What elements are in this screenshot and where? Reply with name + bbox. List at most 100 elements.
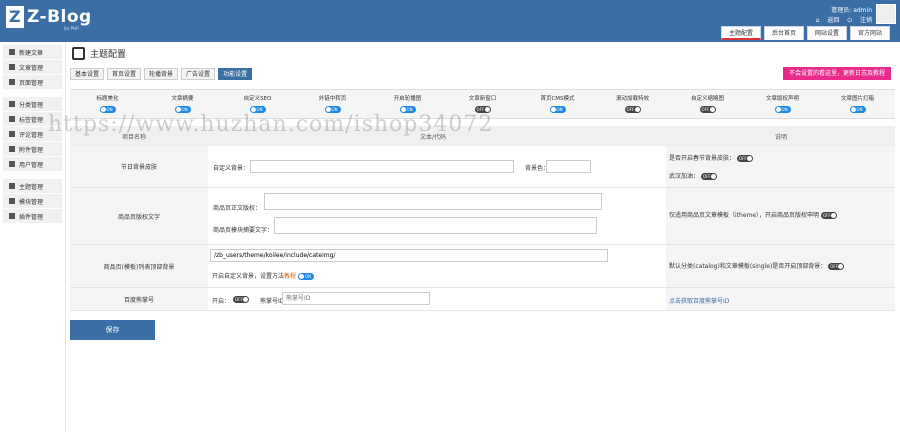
toggle-switch[interactable]: OFF (624, 106, 641, 113)
sidebar: 新建文章 文章管理 页面管理 分类管理 标签管理 评论管理 附件管理 用户管理 … (0, 42, 66, 432)
col-note: 说明 (775, 134, 788, 141)
page-title: 主题配置 (72, 47, 126, 60)
page-title-text: 主题配置 (90, 50, 127, 60)
category-bg-note: 开启自定义背景，设置方法教程 ON (212, 271, 314, 280)
tab-theme-config[interactable]: 主题配置 (720, 26, 761, 40)
toggle-cell: 滚动加载特效 OFF (595, 90, 670, 118)
toggle-switch[interactable]: ON (849, 106, 866, 113)
category-desc: 默认分类(catalog)和文章模板(single)是否开启顶部背景： OFF (669, 261, 845, 270)
zblog-logo[interactable]: Z Z-Blog (6, 6, 92, 28)
toggle-label: 文章版权声明 (765, 96, 799, 102)
logout-link[interactable]: ⏻ 注销 (847, 17, 872, 24)
category-bg-path-input[interactable] (210, 249, 608, 262)
toggle-cell: 文章版权声明 ON (745, 90, 820, 118)
tag-icon (9, 116, 15, 122)
sidebar-item-label: 用户管理 (19, 161, 44, 169)
sidebar-item-categories[interactable]: 分类管理 (3, 97, 62, 111)
sidebar-item-label: 文章管理 (19, 64, 44, 72)
row-festival-skin: 节日背景皮肤 自定义背景： 背景色： 是否开启春节背景皮肤： OFF 武汉加油：… (70, 146, 895, 188)
comment-icon (9, 131, 15, 137)
sidebar-item-plugins[interactable]: 插件管理 (3, 209, 62, 223)
subtab-home[interactable]: 首页设置 (107, 68, 142, 80)
config-subtabs: 基本设置 首页设置 轮播背景 广告设置 功能设置 (70, 68, 253, 80)
sidebar-item-pages[interactable]: 页面管理 (3, 75, 62, 89)
sidebar-item-label: 标签管理 (19, 116, 44, 124)
tutorial-link[interactable]: 教程 (284, 273, 296, 280)
category-top-bg-switch[interactable]: OFF (828, 263, 845, 270)
row-desc: 点击获取百度熊掌号ID (666, 288, 895, 310)
category-bg-note-text: 开启自定义背景，设置方法 (212, 273, 285, 280)
product-copyright-textarea[interactable] (264, 193, 602, 210)
product-copyright-switch[interactable]: OFF (820, 212, 837, 219)
logo-subtitle: for PHP (64, 26, 79, 31)
sidebar-item-label: 插件管理 (19, 213, 44, 221)
category-desc-text: 默认分类(catalog)和文章模板(single)是否开启顶部背景： (669, 263, 827, 270)
header-tabs: 主题配置 后台首页 网站设置 官方网站 (720, 26, 890, 40)
bg-color-input[interactable] (546, 160, 591, 173)
edit-icon (9, 49, 15, 55)
help-button[interactable]: 不会设置的看这里，更新日志及教程 (782, 67, 891, 80)
page-icon (9, 79, 15, 85)
festival-skin-switch[interactable]: OFF (736, 155, 753, 162)
top-header: Z Z-Blog for PHP 管理员: admin ⌂ 返回 ⏻ 注销 主题配… (0, 0, 900, 42)
tab-dashboard[interactable]: 后台首页 (763, 26, 804, 40)
toggle-switch[interactable]: OFF (699, 106, 716, 113)
row-name: 商品页(模板)列表顶部背景 (70, 245, 208, 287)
sidebar-item-new-article[interactable]: 新建文章 (3, 45, 62, 59)
sidebar-item-label: 模块管理 (19, 198, 44, 206)
toggle-label: 文章图片灯箱 (840, 96, 874, 102)
back-label: 返回 (827, 17, 840, 24)
custom-bg-label: 自定义背景： (213, 165, 250, 172)
sidebar-item-modules[interactable]: 模块管理 (3, 194, 62, 208)
tab-site-settings[interactable]: 网站设置 (806, 26, 847, 40)
toggle-switch[interactable]: ON (549, 106, 566, 113)
avatar[interactable] (876, 4, 896, 24)
category-bg-switch[interactable]: ON (297, 273, 314, 280)
toggle-label: 自定义缩略图 (690, 96, 724, 102)
toggle-label: 首页CMS模式 (540, 96, 575, 102)
toggle-cell: 自定义缩略图 OFF (670, 90, 745, 118)
wuhan-desc: 武汉加油： OFF (669, 171, 717, 180)
sidebar-item-articles[interactable]: 文章管理 (3, 60, 62, 74)
user-name: 管理员: admin (831, 7, 872, 14)
subtab-basic[interactable]: 基本设置 (70, 68, 105, 80)
sidebar-item-attachments[interactable]: 附件管理 (3, 142, 62, 156)
row-name: 节日背景皮肤 (70, 146, 208, 187)
sidebar-item-users[interactable]: 用户管理 (3, 157, 62, 171)
tab-official-site[interactable]: 官方网站 (849, 26, 890, 40)
baidu-id-input[interactable] (282, 292, 430, 305)
toggle-cell: 首页CMS模式 ON (520, 90, 595, 118)
row-name: 百度熊掌号 (70, 288, 208, 310)
wuhan-switch[interactable]: OFF (700, 173, 717, 180)
product-summary-textarea[interactable] (274, 217, 597, 234)
sidebar-item-label: 页面管理 (19, 79, 44, 87)
sidebar-item-label: 分类管理 (19, 101, 44, 109)
product-summary-label: 商品页模块摘要文字： (213, 227, 274, 234)
save-button[interactable]: 保存 (70, 320, 155, 340)
folder-icon (9, 101, 15, 107)
product-desc: 仅适用商品页文章模板（itheme），开启商品页版权申明 OFF (669, 210, 837, 219)
baidu-id-link[interactable]: 点击获取百度熊掌号ID (669, 296, 729, 305)
subtab-carousel[interactable]: 轮播背景 (144, 68, 179, 80)
toggle-label: 开启轮播图 (393, 96, 422, 102)
user-icon (9, 161, 15, 167)
baidu-enable-switch[interactable]: OFF (233, 296, 249, 303)
subtab-ads[interactable]: 广告设置 (181, 68, 216, 80)
custom-bg-input[interactable] (250, 160, 514, 173)
toggle-switch[interactable]: ON (774, 106, 791, 113)
document-icon (9, 64, 15, 70)
watermark-text: https://www.huzhan.com/ishop34072 (48, 112, 494, 137)
sidebar-item-label: 附件管理 (19, 146, 44, 154)
calendar-icon (72, 47, 85, 60)
row-desc: 是否开启春节背景皮肤： OFF 武汉加油： OFF (666, 146, 895, 187)
product-desc-text: 仅适用商品页文章模板（itheme），开启商品页版权申明 (669, 212, 820, 219)
subtab-features[interactable]: 功能设置 (218, 68, 253, 80)
back-link[interactable]: ⌂ 返回 (816, 17, 840, 24)
row-product-copyright: 商品页版权文字 商品页正文版权： 商品页模块摘要文字： 仅适用商品页文章模板（i… (70, 188, 895, 245)
product-copyright-label: 商品页正文版权： (213, 205, 262, 212)
row-baidu-xiongzhang: 百度熊掌号 开启： OFF 熊掌号ID： 点击获取百度熊掌号ID (70, 288, 895, 311)
toggle-label: 文章摘要 (171, 96, 194, 102)
logout-label: 注销 (859, 17, 872, 24)
wuhan-label: 武汉加油： (669, 173, 700, 180)
sidebar-item-themes[interactable]: 主题管理 (3, 179, 62, 193)
